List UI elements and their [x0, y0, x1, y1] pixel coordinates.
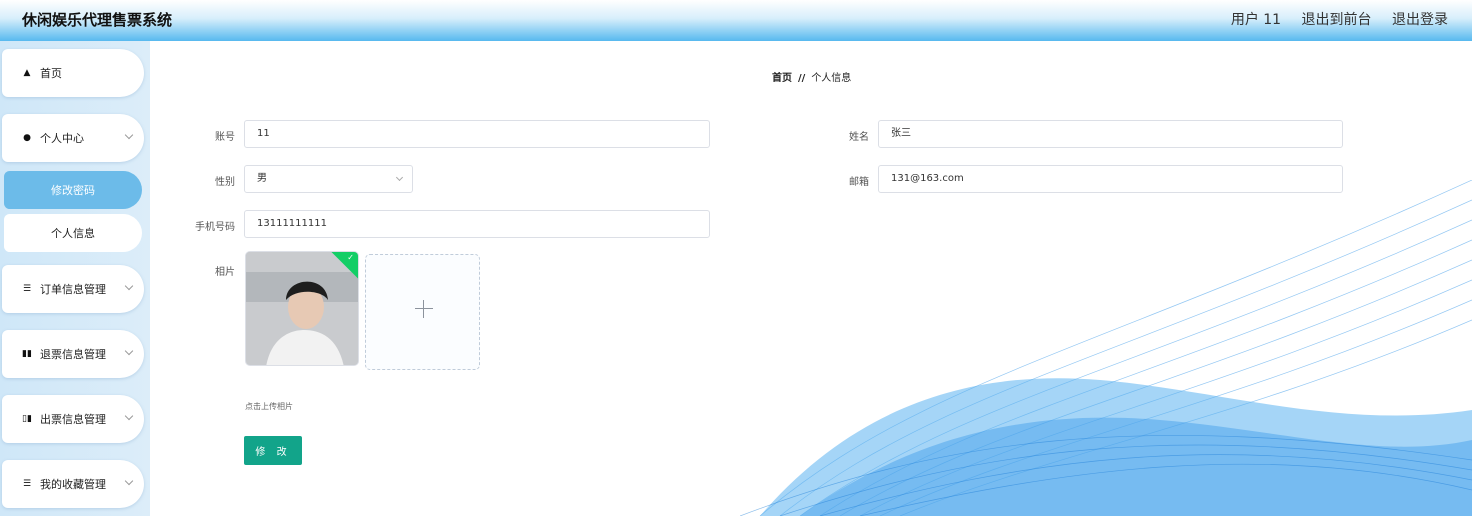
account-field[interactable]: 11: [244, 120, 710, 148]
email-label: 邮箱: [849, 177, 869, 188]
plus-icon: [415, 308, 433, 309]
email-field[interactable]: 131@163.com: [878, 165, 1343, 193]
chevron-down-icon: [124, 411, 134, 421]
name-label: 姓名: [849, 132, 869, 143]
header-nav: 用户 11 退出到前台 退出登录: [1215, 9, 1448, 29]
sidebar-subitem-personal-info[interactable]: 个人信息: [4, 214, 142, 252]
top-header: 休闲娱乐代理售票系统 用户 11 退出到前台 退出登录: [0, 0, 1472, 41]
book-icon: ▯▮: [22, 414, 32, 424]
home-icon: ▲: [23, 68, 31, 78]
logout-link[interactable]: 退出登录: [1392, 12, 1448, 28]
breadcrumb-separator: //: [798, 73, 806, 84]
user-icon: ●: [23, 133, 31, 143]
sidebar-item-label: 出票信息管理: [40, 413, 106, 426]
chevron-down-icon: [395, 173, 404, 182]
sidebar-item-personal-center[interactable]: ● 个人中心: [2, 114, 144, 162]
chevron-down-icon: [124, 346, 134, 356]
sidebar-item-label: 退票信息管理: [40, 348, 106, 361]
breadcrumb: 首页 // 个人信息: [772, 69, 851, 84]
sidebar-item-label: 修改密码: [51, 184, 95, 197]
sidebar-item-home[interactable]: ▲ 首页: [2, 49, 144, 97]
uploaded-photo[interactable]: ✓: [245, 251, 359, 366]
plus-icon: [423, 300, 424, 318]
sidebar-item-favorite-mgmt[interactable]: ☰ 我的收藏管理: [2, 460, 144, 508]
chevron-down-icon: [124, 281, 134, 291]
user-label[interactable]: 用户 11: [1231, 12, 1281, 28]
name-field[interactable]: 张三: [878, 120, 1343, 148]
sidebar-item-label: 订单信息管理: [40, 283, 106, 296]
ticket-icon: ▮▮: [22, 349, 32, 359]
sidebar-subitem-change-password[interactable]: 修改密码: [4, 171, 142, 209]
check-icon: ✓: [347, 253, 354, 262]
upload-photo-button[interactable]: [365, 254, 480, 370]
chevron-down-icon: [124, 476, 134, 486]
menu-icon: ☰: [22, 479, 32, 489]
sidebar-item-refund-mgmt[interactable]: ▮▮ 退票信息管理: [2, 330, 144, 378]
photo-label: 相片: [215, 267, 235, 278]
app-title: 休闲娱乐代理售票系统: [22, 11, 173, 29]
upload-hint: 点击上传相片: [245, 402, 293, 411]
account-label: 账号: [215, 132, 235, 143]
sidebar-item-order-mgmt[interactable]: ☰ 订单信息管理: [2, 265, 144, 313]
gender-label: 性别: [215, 177, 235, 188]
sidebar-item-label: 个人中心: [40, 132, 84, 145]
sidebar: ▲ 首页 ● 个人中心 修改密码 个人信息 ☰ 订单信息管理 ▮▮ 退票信息管理…: [0, 41, 150, 516]
sidebar-item-label: 我的收藏管理: [40, 478, 106, 491]
exit-to-front-link[interactable]: 退出到前台: [1302, 12, 1372, 28]
sidebar-item-label: 个人信息: [51, 227, 95, 240]
breadcrumb-current: 个人信息: [811, 73, 852, 84]
submit-button[interactable]: 修 改: [244, 436, 302, 465]
gender-value: 男: [257, 173, 267, 184]
gender-select[interactable]: 男: [244, 165, 413, 193]
phone-label: 手机号码: [195, 222, 235, 233]
sidebar-item-label: 首页: [40, 67, 62, 80]
list-icon: ☰: [22, 284, 32, 294]
wave-decoration: [740, 180, 1472, 516]
chevron-down-icon: [124, 130, 134, 140]
sidebar-item-ticket-mgmt[interactable]: ▯▮ 出票信息管理: [2, 395, 144, 443]
phone-field[interactable]: 13111111111: [244, 210, 710, 238]
breadcrumb-home[interactable]: 首页: [772, 73, 792, 84]
avatar: [246, 252, 358, 365]
